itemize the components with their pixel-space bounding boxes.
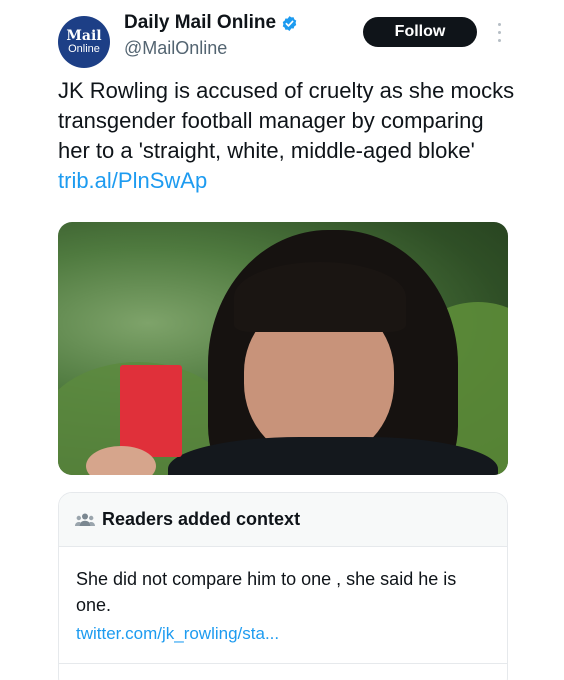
tweet-link[interactable]: trib.al/PlnSwAp [58, 168, 207, 193]
verified-badge-icon [281, 15, 298, 32]
avatar-logo-top: Mail [66, 28, 102, 44]
account-names: Daily Mail Online @MailOnline [124, 11, 298, 60]
readers-context-box: Readers added context She did not compar… [58, 492, 508, 680]
context-divider [59, 663, 507, 664]
readers-context-text: She did not compare him to one , she sai… [76, 569, 457, 615]
readers-context-body: She did not compare him to one , she sai… [59, 547, 507, 647]
readers-context-link[interactable]: twitter.com/jk_rowling/sta... [76, 621, 491, 647]
tweet-text: JK Rowling is accused of cruelty as she … [58, 76, 518, 196]
avatar-logo-bottom: Online [68, 43, 100, 55]
readers-context-header: Readers added context [59, 493, 507, 547]
photo-red-card [120, 365, 182, 457]
tweet-card: Mail Online Daily Mail Online @MailOnlin… [0, 0, 564, 680]
readers-context-title: Readers added context [102, 509, 301, 529]
more-vertical-icon[interactable] [492, 20, 506, 44]
display-name-row: Daily Mail Online [124, 11, 298, 35]
account-handle[interactable]: @MailOnline [124, 36, 298, 60]
tweet-body: JK Rowling is accused of cruelty as she … [58, 78, 515, 163]
people-icon [75, 512, 95, 528]
follow-button[interactable]: Follow [363, 17, 477, 47]
tweet-photo[interactable] [58, 222, 508, 475]
photo-bangs [234, 262, 406, 332]
avatar[interactable]: Mail Online [58, 16, 110, 68]
display-name[interactable]: Daily Mail Online [124, 11, 276, 35]
